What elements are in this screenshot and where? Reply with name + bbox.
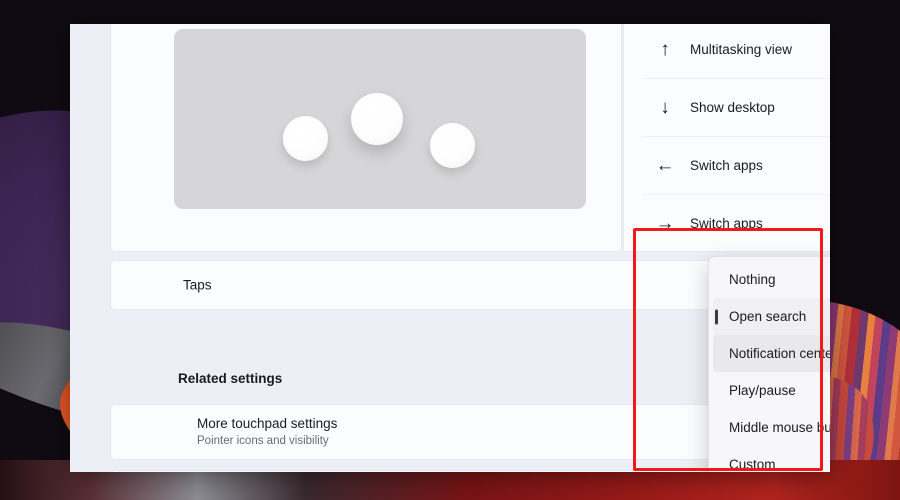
- arrow-up-icon: ↑: [660, 38, 670, 60]
- gesture-action-row-up[interactable]: ↑ Multitasking view: [624, 24, 830, 78]
- dropdown-option-label: Nothing: [729, 272, 776, 287]
- arrow-down-icon: ↓: [660, 96, 670, 118]
- arrow-left-icon: ←: [655, 154, 675, 176]
- dropdown-option-notification-center[interactable]: Notification center: [713, 335, 830, 372]
- three-finger-gesture-card: [110, 24, 622, 252]
- window-left-margin: [70, 24, 110, 472]
- gesture-action-dropdown[interactable]: Nothing Open search Notification center …: [708, 256, 830, 472]
- touchpad-illustration: [174, 29, 586, 209]
- gesture-action-row-down[interactable]: ↓ Show desktop: [624, 78, 830, 136]
- settings-window: ↑ Multitasking view ↓ Show desktop ← Swi…: [70, 24, 830, 472]
- selection-indicator-icon: [715, 309, 718, 324]
- dropdown-option-middle-mouse-button[interactable]: Middle mouse button: [713, 409, 830, 446]
- gesture-action-row-left[interactable]: ← Switch apps: [624, 136, 830, 194]
- more-touchpad-settings-subtitle: Pointer icons and visibility: [197, 435, 329, 447]
- finger-right-icon: [430, 123, 475, 168]
- finger-left-icon: [283, 116, 328, 161]
- dropdown-option-play-pause[interactable]: Play/pause: [713, 372, 830, 409]
- dropdown-option-label: Open search: [729, 309, 807, 324]
- gesture-action-label: Multitasking view: [690, 41, 793, 57]
- gesture-action-label: Switch apps: [690, 215, 763, 231]
- finger-middle-icon: [351, 93, 403, 145]
- dropdown-option-label: Notification center: [729, 346, 830, 361]
- gesture-action-label: Show desktop: [690, 99, 775, 115]
- dropdown-option-label: Play/pause: [729, 383, 796, 398]
- gesture-action-list: ↑ Multitasking view ↓ Show desktop ← Swi…: [624, 24, 830, 252]
- arrow-right-icon: →: [655, 212, 675, 234]
- dropdown-option-custom[interactable]: Custom: [713, 446, 830, 472]
- more-touchpad-settings-title: More touchpad settings: [197, 416, 338, 431]
- dropdown-option-nothing[interactable]: Nothing: [713, 261, 830, 298]
- dropdown-option-label: Middle mouse button: [729, 420, 830, 435]
- gesture-action-row-right[interactable]: → Switch apps: [624, 194, 830, 251]
- dropdown-option-label: Custom: [729, 457, 776, 472]
- related-settings-heading: Related settings: [178, 371, 283, 386]
- dropdown-option-open-search[interactable]: Open search: [713, 298, 830, 335]
- gesture-action-label: Switch apps: [690, 157, 763, 173]
- taps-label: Taps: [183, 277, 212, 293]
